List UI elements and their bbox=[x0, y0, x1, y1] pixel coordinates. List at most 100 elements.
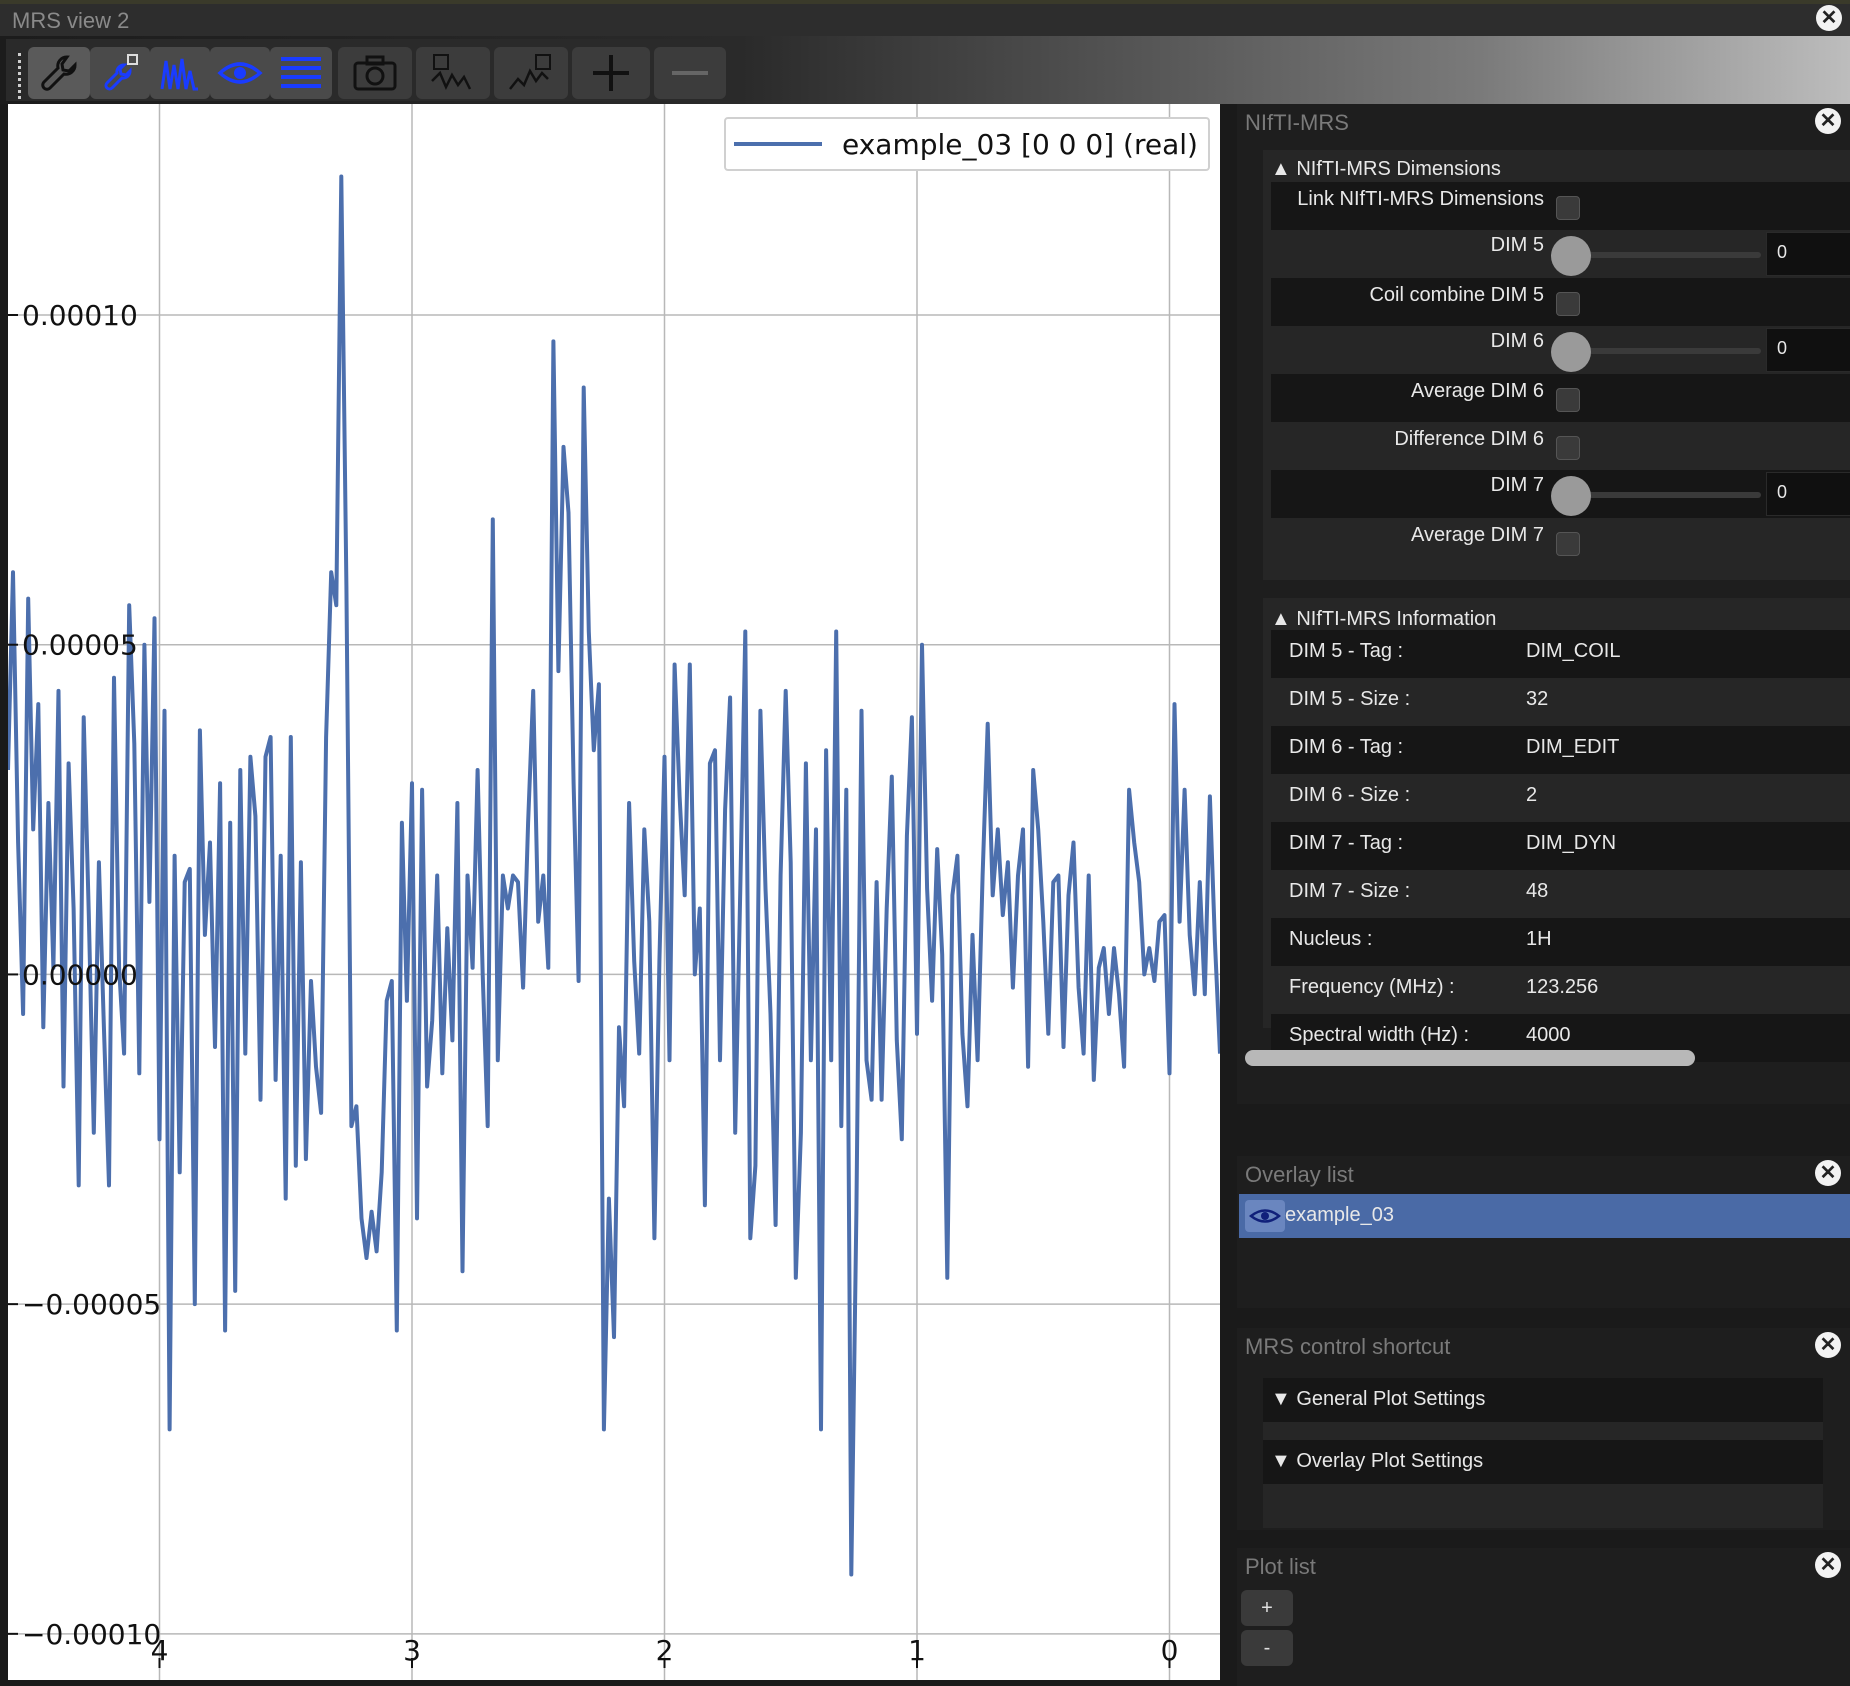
control-shortcut-title: MRS control shortcut bbox=[1245, 1334, 1451, 1359]
close-nifti-panel-icon[interactable]: ✕ bbox=[1815, 108, 1841, 134]
overlay-plot-settings-section[interactable]: ▼ Overlay Plot Settings bbox=[1263, 1440, 1823, 1484]
close-overlay-list-icon[interactable]: ✕ bbox=[1815, 1160, 1841, 1186]
information-section-header[interactable]: ▲ NIfTI-MRS Information bbox=[1271, 608, 1496, 631]
info-row: DIM 7 - Size : 48 bbox=[1271, 870, 1850, 918]
eye-icon[interactable] bbox=[210, 47, 270, 99]
dim7-row: DIM 7 0 bbox=[1271, 470, 1850, 518]
nifti-panel-horizontal-scrollbar[interactable] bbox=[1245, 1050, 1695, 1066]
zoom-in-plus-icon[interactable] bbox=[572, 47, 650, 99]
info-value: 123.256 bbox=[1526, 976, 1599, 998]
info-row: DIM 6 - Size : 2 bbox=[1271, 774, 1850, 822]
wrench-settings-icon[interactable] bbox=[28, 47, 90, 99]
overlay-item-label: example_03 bbox=[1285, 1204, 1394, 1226]
dim6-value-input[interactable]: 0 bbox=[1766, 328, 1850, 372]
info-value: DIM_EDIT bbox=[1526, 736, 1620, 758]
info-key: DIM 7 - Tag : bbox=[1289, 832, 1404, 854]
average-dim7-checkbox[interactable] bbox=[1556, 532, 1580, 556]
y-tick-label: −0.00005 bbox=[22, 1288, 161, 1321]
close-control-shortcut-icon[interactable]: ✕ bbox=[1815, 1332, 1841, 1358]
y-tick-label: −0.00010 bbox=[22, 1618, 161, 1651]
coil-combine-label: Coil combine DIM 5 bbox=[1369, 284, 1544, 306]
mrs-control-shortcut-panel: MRS control shortcut ✕ ▼ General Plot Se… bbox=[1237, 1328, 1850, 1530]
spectrum-icon[interactable] bbox=[150, 47, 210, 99]
plot-data-icon[interactable] bbox=[416, 47, 490, 99]
info-value: 32 bbox=[1526, 688, 1549, 710]
link-dimensions-row: Link NIfTI-MRS Dimensions bbox=[1271, 182, 1850, 230]
info-row: DIM 7 - Tag : DIM_DYN bbox=[1271, 822, 1850, 870]
general-plot-settings-label: ▼ General Plot Settings bbox=[1271, 1388, 1486, 1410]
overlay-list-item[interactable]: example_03 bbox=[1239, 1194, 1850, 1238]
remove-plot-button[interactable]: - bbox=[1241, 1630, 1293, 1666]
nifti-panel-title: NIfTI-MRS bbox=[1245, 110, 1349, 135]
toolbar-group bbox=[6, 39, 726, 101]
information-section: ▲ NIfTI-MRS Information DIM 5 - Tag : DIM… bbox=[1263, 598, 1850, 1062]
link-dimensions-label: Link NIfTI-MRS Dimensions bbox=[1297, 188, 1544, 210]
window-title: MRS view 2 bbox=[12, 8, 130, 33]
info-key: DIM 5 - Tag : bbox=[1289, 640, 1404, 662]
eye-visibility-icon[interactable] bbox=[1245, 1200, 1285, 1232]
dim6-slider-handle[interactable] bbox=[1551, 332, 1591, 372]
dim6-slider-track[interactable] bbox=[1561, 348, 1761, 354]
dim7-slider-track[interactable] bbox=[1561, 492, 1761, 498]
info-row: DIM 5 - Tag : DIM_COIL bbox=[1271, 630, 1850, 678]
plot-canvas[interactable]: 4 3 2 1 0 0.00010 0.00005 0.00000 −0.00005 −0.000… bbox=[6, 104, 1222, 1680]
toolbar-grip-handle[interactable] bbox=[18, 53, 27, 99]
chart-legend: example_03 [0 0 0] (real) bbox=[724, 117, 1210, 171]
average-dim7-row: Average DIM 7 bbox=[1271, 518, 1850, 566]
info-value: 2 bbox=[1526, 784, 1538, 806]
legend-label: example_03 [0 0 0] (real) bbox=[842, 128, 1198, 161]
y-tick-label: 0.00000 bbox=[22, 958, 138, 991]
close-plot-list-icon[interactable]: ✕ bbox=[1815, 1552, 1841, 1578]
window-title-bar: MRS view 2 ✕ bbox=[0, 0, 1850, 36]
info-key: Nucleus : bbox=[1289, 928, 1373, 950]
dim5-slider-handle[interactable] bbox=[1551, 236, 1591, 276]
coil-combine-checkbox[interactable] bbox=[1556, 292, 1580, 316]
overlay-list-title: Overlay list bbox=[1245, 1162, 1354, 1187]
difference-dim6-row: Difference DIM 6 bbox=[1271, 422, 1850, 470]
dim5-label: DIM 5 bbox=[1490, 234, 1544, 256]
toolbar bbox=[0, 36, 1850, 104]
average-dim6-row: Average DIM 6 bbox=[1271, 374, 1850, 422]
zoom-out-minus-icon[interactable] bbox=[654, 47, 726, 99]
y-tick-label: 0.00005 bbox=[22, 629, 138, 662]
close-view-icon[interactable]: ✕ bbox=[1816, 5, 1842, 31]
difference-dim6-label: Difference DIM 6 bbox=[1394, 428, 1544, 450]
difference-dim6-checkbox[interactable] bbox=[1556, 436, 1580, 460]
x-tick-label: 0 bbox=[1161, 1634, 1179, 1667]
plot-list-title: Plot list bbox=[1245, 1554, 1316, 1579]
info-row: DIM 5 - Size : 32 bbox=[1271, 678, 1850, 726]
info-value: 1H bbox=[1526, 928, 1552, 950]
camera-icon[interactable] bbox=[338, 47, 412, 99]
spectrum-chart: 4 3 2 1 00.000100.000050.00000−0.00005−0.000… bbox=[6, 104, 1222, 1680]
overlay-list-panel: Overlay list ✕ example_03 bbox=[1237, 1156, 1850, 1308]
list-lines-icon[interactable] bbox=[270, 47, 332, 99]
info-value: DIM_DYN bbox=[1526, 832, 1617, 854]
x-tick-label: 1 bbox=[908, 1634, 926, 1667]
average-dim7-label: Average DIM 7 bbox=[1410, 524, 1544, 546]
dim7-value-input[interactable]: 0 bbox=[1766, 472, 1850, 516]
info-key: Frequency (MHz) : bbox=[1289, 976, 1455, 998]
y-tick-label: 0.00010 bbox=[22, 299, 138, 332]
coil-combine-row: Coil combine DIM 5 bbox=[1271, 278, 1850, 326]
dim5-row: DIM 5 0 bbox=[1271, 230, 1850, 278]
dim5-value-input[interactable]: 0 bbox=[1766, 232, 1850, 276]
general-plot-settings-section[interactable]: ▼ General Plot Settings bbox=[1263, 1378, 1823, 1422]
info-row: Nucleus : 1H bbox=[1271, 918, 1850, 966]
dim5-slider-track[interactable] bbox=[1561, 252, 1761, 258]
info-key: DIM 7 - Size : bbox=[1289, 880, 1411, 902]
control-shortcut-body: ▼ General Plot Settings ▼ Overlay Plot S… bbox=[1263, 1378, 1823, 1528]
dim7-label: DIM 7 bbox=[1490, 474, 1544, 496]
average-dim6-checkbox[interactable] bbox=[1556, 388, 1580, 412]
plot-export-icon[interactable] bbox=[494, 47, 568, 99]
dim7-slider-handle[interactable] bbox=[1551, 476, 1591, 516]
add-plot-button[interactable]: + bbox=[1241, 1590, 1293, 1626]
dimensions-section-header[interactable]: ▲ NIfTI-MRS Dimensions bbox=[1271, 158, 1501, 181]
link-dimensions-checkbox[interactable] bbox=[1556, 196, 1580, 220]
info-key: DIM 6 - Size : bbox=[1289, 784, 1411, 806]
info-key: Spectral width (Hz) : bbox=[1289, 1024, 1470, 1046]
info-value: 48 bbox=[1526, 880, 1549, 902]
x-tick-label: 3 bbox=[403, 1634, 421, 1667]
info-row: Frequency (MHz) : 123.256 bbox=[1271, 966, 1850, 1014]
wrench-link-icon[interactable] bbox=[90, 47, 150, 99]
series-line bbox=[6, 174, 1222, 1577]
